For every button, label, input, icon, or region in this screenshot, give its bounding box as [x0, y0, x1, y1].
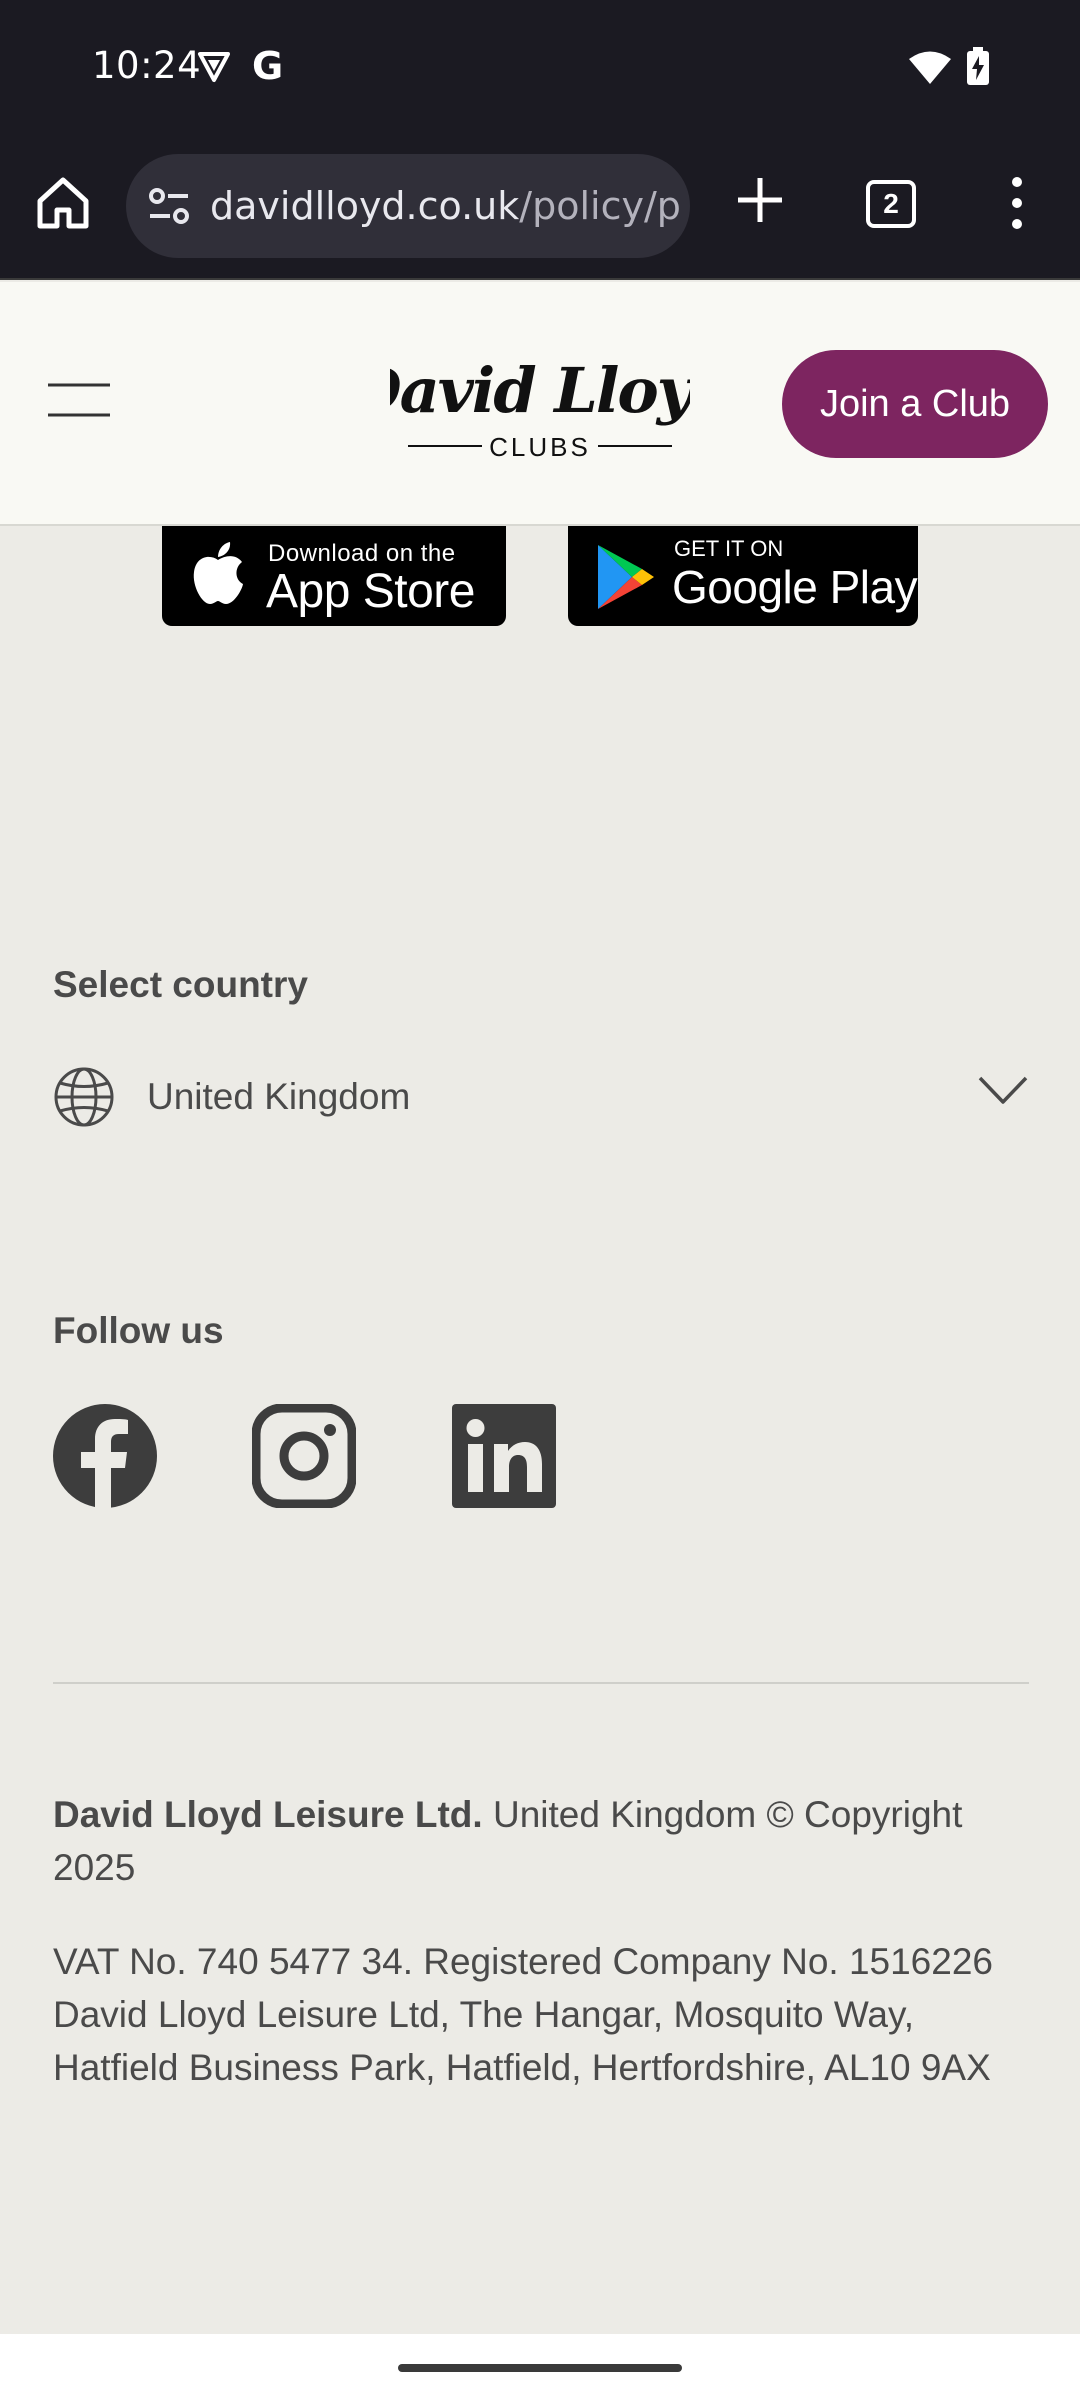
google-play-big-text: Google Play	[672, 561, 918, 613]
site-header: David Lloyd CLUBS Join a Club	[0, 282, 1080, 526]
selected-country: United Kingdom	[147, 1076, 411, 1117]
menu-icon[interactable]	[48, 382, 110, 418]
follow-us-heading: Follow us	[53, 1310, 224, 1351]
logo-subtext: CLUBS	[489, 432, 591, 462]
facebook-icon[interactable]	[53, 1404, 157, 1508]
status-bar: 10:24 G	[0, 0, 1080, 134]
vpn-shield-icon	[198, 52, 230, 82]
logo-text: David Lloyd	[390, 354, 690, 427]
select-country-heading: Select country	[53, 964, 308, 1005]
url-path: /policy/p	[519, 184, 680, 228]
country-select[interactable]: United Kingdom	[53, 1060, 1029, 1134]
more-options-icon[interactable]	[1000, 174, 1034, 232]
home-gesture-bar[interactable]	[398, 2364, 682, 2372]
apple-icon	[193, 542, 243, 604]
home-icon[interactable]	[34, 174, 92, 232]
footer-divider	[53, 1682, 1029, 1684]
google-play-badge[interactable]: GET IT ON Google Play	[568, 526, 918, 626]
address-bar[interactable]: davidlloyd.co.uk/policy/p	[126, 154, 690, 258]
copyright-text: David Lloyd Leisure Ltd. United Kingdom …	[53, 1788, 1029, 1894]
linkedin-icon[interactable]	[452, 1404, 556, 1508]
site-settings-icon[interactable]	[148, 186, 190, 226]
company-name: David Lloyd Leisure Ltd.	[53, 1794, 483, 1835]
join-a-club-button[interactable]: Join a Club	[782, 350, 1048, 458]
wifi-icon	[909, 51, 951, 84]
app-store-badge[interactable]: Download on the App Store	[162, 526, 506, 626]
globe-icon	[54, 1067, 114, 1127]
url-text[interactable]: davidlloyd.co.uk/policy/p	[210, 184, 680, 228]
gesture-nav-area	[0, 2334, 1080, 2400]
battery-charging-icon	[967, 47, 989, 85]
registration-text: VAT No. 740 5477 34. Registered Company …	[53, 1941, 993, 2088]
google-notification-icon: G	[252, 44, 284, 88]
browser-toolbar: davidlloyd.co.uk/policy/p 2	[0, 134, 1080, 280]
google-play-small-text: GET IT ON	[674, 536, 784, 561]
chevron-down-icon[interactable]	[977, 1074, 1029, 1106]
tab-switcher-button[interactable]: 2	[866, 180, 916, 228]
instagram-icon[interactable]	[252, 1404, 356, 1508]
david-lloyd-logo[interactable]: David Lloyd CLUBS	[390, 342, 690, 472]
url-domain: davidlloyd.co.uk	[210, 184, 520, 228]
app-store-big-text: App Store	[266, 565, 475, 618]
new-tab-icon[interactable]	[734, 174, 786, 226]
google-play-icon	[598, 545, 654, 609]
status-time: 10:24	[92, 44, 202, 87]
